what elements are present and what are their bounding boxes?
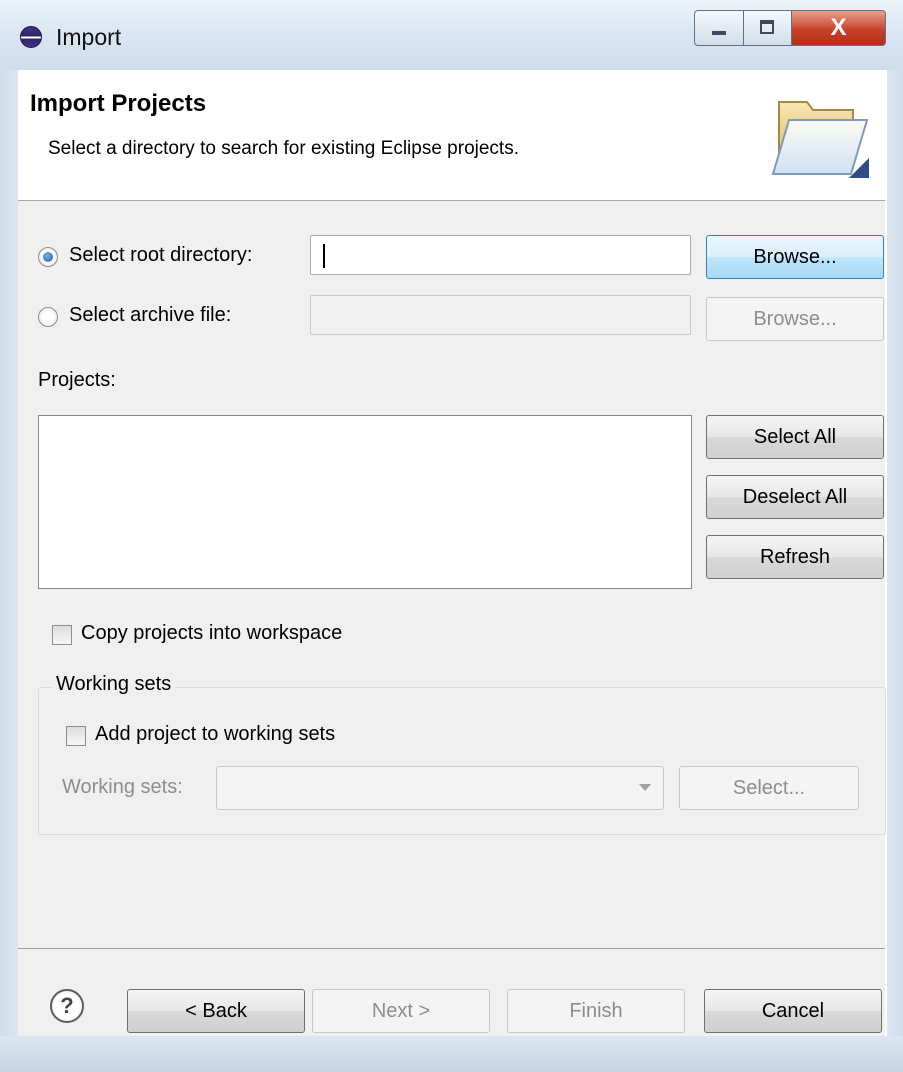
wizard-footer: ? < Back Next > Finish Cancel [18, 949, 885, 1036]
close-icon: X [830, 14, 847, 41]
copy-projects-label: Copy projects into workspace [81, 622, 343, 644]
archive-file-label: Select archive file: [69, 304, 232, 326]
root-directory-radio[interactable] [38, 247, 58, 267]
window-frame-bottom [0, 1036, 903, 1072]
text-caret [323, 244, 325, 268]
help-icon[interactable]: ? [50, 989, 84, 1023]
working-sets-combo[interactable] [216, 766, 664, 810]
window-frame-left [0, 70, 18, 1072]
deselect-all-button[interactable]: Deselect All [706, 475, 884, 519]
title-bar[interactable]: Import X [0, 0, 903, 70]
working-sets-legend: Working sets [52, 673, 176, 696]
projects-label: Projects: [38, 369, 116, 391]
maximize-icon [760, 20, 774, 34]
back-button[interactable]: < Back [127, 989, 305, 1033]
archive-file-input[interactable] [310, 295, 691, 335]
minimize-icon [712, 31, 726, 35]
root-directory-label: Select root directory: [69, 244, 253, 266]
close-button[interactable]: X [792, 10, 886, 46]
window-frame-right [887, 70, 903, 1072]
minimize-button[interactable] [694, 10, 744, 46]
next-button[interactable]: Next > [312, 989, 490, 1033]
select-all-button[interactable]: Select All [706, 415, 884, 459]
cancel-button[interactable]: Cancel [704, 989, 882, 1033]
open-folder-icon [771, 101, 869, 178]
working-sets-group [38, 687, 886, 835]
eclipse-icon [20, 26, 42, 48]
browse-directory-button[interactable]: Browse... [706, 235, 884, 279]
add-to-working-sets-label: Add project to working sets [95, 723, 336, 745]
working-sets-combo-label: Working sets: [62, 776, 183, 798]
page-description: Select a directory to search for existin… [48, 138, 519, 159]
copy-projects-checkbox[interactable] [52, 625, 72, 645]
wizard-body: Select root directory: Browse... Select … [18, 201, 886, 949]
archive-file-radio[interactable] [38, 307, 58, 327]
chevron-down-icon [639, 784, 651, 791]
page-title: Import Projects [30, 90, 207, 117]
finish-button[interactable]: Finish [507, 989, 685, 1033]
projects-list[interactable] [38, 415, 692, 589]
add-to-working-sets-checkbox[interactable] [66, 726, 86, 746]
maximize-button[interactable] [744, 10, 792, 46]
root-directory-input[interactable] [310, 235, 691, 275]
working-sets-select-button[interactable]: Select... [679, 766, 859, 810]
refresh-button[interactable]: Refresh [706, 535, 884, 579]
import-dialog: Import X Import Projects Select a direct… [0, 0, 903, 1072]
browse-archive-button[interactable]: Browse... [706, 297, 884, 341]
window-title: Import [56, 24, 122, 50]
wizard-banner: Import Projects Select a directory to se… [18, 70, 885, 201]
